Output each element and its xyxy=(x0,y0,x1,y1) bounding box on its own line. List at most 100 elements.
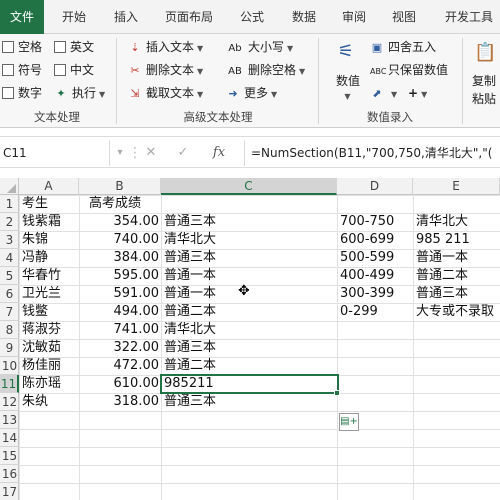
row-header[interactable]: 8 xyxy=(0,321,19,339)
cell-a4[interactable]: 冯静 xyxy=(22,249,48,267)
row-header[interactable]: 3 xyxy=(0,231,19,249)
cell-b12[interactable]: 318.00 xyxy=(79,393,160,411)
case-button[interactable]: Ab 大小写 ▼ xyxy=(226,36,293,58)
row-header[interactable]: 16 xyxy=(0,465,19,483)
cell-e4[interactable]: 普通一本 xyxy=(416,249,468,267)
select-all-button[interactable] xyxy=(0,178,19,195)
checkbox-english[interactable]: 英文 xyxy=(54,36,94,58)
cell-e2[interactable]: 清华北大 xyxy=(416,213,468,231)
cell-b11[interactable]: 610.00 xyxy=(79,375,160,393)
name-box-dropdown[interactable]: ▾ xyxy=(112,141,128,165)
row-header[interactable]: 13 xyxy=(0,411,19,429)
cell-e7[interactable]: 大专或不录取 xyxy=(416,303,494,321)
column-header-c[interactable]: C xyxy=(161,178,337,195)
tab-file[interactable]: 文件 xyxy=(0,0,44,34)
checkbox-symbol[interactable]: 符号 xyxy=(2,59,42,81)
checkbox-number[interactable]: 数字 xyxy=(2,82,42,104)
cell-b4[interactable]: 384.00 xyxy=(79,249,160,267)
cell-a8[interactable]: 蒋淑芬 xyxy=(22,321,61,339)
checkbox-space[interactable]: 空格 xyxy=(2,36,42,58)
tab-formulas[interactable]: 公式 xyxy=(230,0,274,34)
column-header-d[interactable]: D xyxy=(337,178,413,195)
cell-d3[interactable]: 600-699 xyxy=(340,231,394,249)
row-header[interactable]: 6 xyxy=(0,285,19,303)
row-header[interactable]: 2 xyxy=(0,213,19,231)
column-header-e[interactable]: E xyxy=(413,178,500,195)
row-header[interactable]: 9 xyxy=(0,339,19,357)
cell-e3[interactable]: 985 211 xyxy=(416,231,470,249)
column-header-b[interactable]: B xyxy=(79,178,161,195)
row-header[interactable]: 5 xyxy=(0,267,19,285)
tab-insert[interactable]: 插入 xyxy=(104,0,148,34)
add-button[interactable]: + ▼ xyxy=(408,82,427,104)
cell-d5[interactable]: 400-499 xyxy=(340,267,394,285)
round-button[interactable]: ▣ 四舍五入 xyxy=(370,36,436,58)
checkbox-chinese[interactable]: 中文 xyxy=(54,59,94,81)
worksheet-grid[interactable]: 考生 高考成绩 钱紫霜 朱锦 冯静 华春竹 卫光兰 钱鳖 蒋淑芬 沈敏茹 杨佳丽… xyxy=(19,195,500,500)
cell-a9[interactable]: 沈敏茹 xyxy=(22,339,61,357)
tab-page-layout[interactable]: 页面布局 xyxy=(158,0,220,34)
cell-b9[interactable]: 322.00 xyxy=(79,339,160,357)
cell-b6[interactable]: 591.00 xyxy=(79,285,160,303)
row-header[interactable]: 7 xyxy=(0,303,19,321)
tab-developer[interactable]: 开发工具 xyxy=(436,0,500,34)
row-header[interactable]: 1 xyxy=(0,195,19,213)
extract-text-button[interactable]: ⇲ 截取文本 ▼ xyxy=(128,82,203,104)
tab-data[interactable]: 数据 xyxy=(282,0,326,34)
row-header[interactable]: 4 xyxy=(0,249,19,267)
tab-review[interactable]: 审阅 xyxy=(332,0,376,34)
name-box[interactable]: C11 xyxy=(0,140,110,166)
cell-b3[interactable]: 740.00 xyxy=(79,231,160,249)
cell-c8[interactable]: 清华北大 xyxy=(164,321,216,339)
cell-c10[interactable]: 普通二本 xyxy=(164,357,216,375)
row-header[interactable]: 17 xyxy=(0,483,19,500)
execute-button[interactable]: ✦ 执行 ▼ xyxy=(54,82,105,104)
cell-a3[interactable]: 朱锦 xyxy=(22,231,48,249)
cell-c9[interactable]: 普通三本 xyxy=(164,339,216,357)
row-header[interactable]: 10 xyxy=(0,357,19,375)
cell-a11[interactable]: 陈亦瑶 xyxy=(22,375,61,393)
row-header-selected[interactable]: 11 xyxy=(0,375,19,393)
cell-d4[interactable]: 500-599 xyxy=(340,249,394,267)
cell-d7[interactable]: 0-299 xyxy=(340,303,378,321)
cell-b10[interactable]: 472.00 xyxy=(79,357,160,375)
cell-a10[interactable]: 杨佳丽 xyxy=(22,357,61,375)
cell-a6[interactable]: 卫光兰 xyxy=(22,285,61,303)
tab-home[interactable]: 开始 xyxy=(52,0,96,34)
convert-button[interactable]: ⬈ ▼ xyxy=(370,82,397,104)
insert-function-button[interactable]: fx xyxy=(206,141,232,165)
tab-view[interactable]: 视图 xyxy=(382,0,426,34)
delete-text-button[interactable]: ✂ 删除文本 ▼ xyxy=(128,59,203,81)
cell-e5[interactable]: 普通二本 xyxy=(416,267,468,285)
cell-b2[interactable]: 354.00 xyxy=(79,213,160,231)
row-header[interactable]: 12 xyxy=(0,393,19,411)
cell-d6[interactable]: 300-399 xyxy=(340,285,394,303)
cell-a12[interactable]: 朱纨 xyxy=(22,393,48,411)
cell-c5[interactable]: 普通一本 xyxy=(164,267,216,285)
formula-input[interactable]: =NumSection(B11,"700,750,清华北大","( xyxy=(244,140,500,166)
cell-c12[interactable]: 普通三本 xyxy=(164,393,216,411)
column-header-a[interactable]: A xyxy=(19,178,79,195)
cell-a1[interactable]: 考生 xyxy=(22,195,48,213)
row-header[interactable]: 14 xyxy=(0,429,19,447)
cell-c2[interactable]: 普通三本 xyxy=(164,213,216,231)
cell-a5[interactable]: 华春竹 xyxy=(22,267,61,285)
enter-icon[interactable]: ✓ xyxy=(172,141,194,165)
cell-b8[interactable]: 741.00 xyxy=(79,321,160,339)
cell-d2[interactable]: 700-750 xyxy=(340,213,394,231)
cell-b7[interactable]: 494.00 xyxy=(79,303,160,321)
more-button[interactable]: ➜ 更多 ▼ xyxy=(226,82,277,104)
cell-a2[interactable]: 钱紫霜 xyxy=(22,213,61,231)
insert-text-button[interactable]: ⇣ 插入文本 ▼ xyxy=(128,36,203,58)
cell-c3[interactable]: 清华北大 xyxy=(164,231,216,249)
paste-button[interactable]: 复制粘贴 xyxy=(472,72,500,112)
paste-options-icon[interactable]: ▤+ xyxy=(339,413,359,431)
keep-numbers-button[interactable]: ABC 只保留数值 xyxy=(370,59,448,81)
cell-a7[interactable]: 钱鳖 xyxy=(22,303,48,321)
row-header[interactable]: 15 xyxy=(0,447,19,465)
cell-e6[interactable]: 普通三本 xyxy=(416,285,468,303)
fill-handle[interactable] xyxy=(334,390,340,396)
cell-b5[interactable]: 595.00 xyxy=(79,267,160,285)
cell-c6[interactable]: 普通一本 xyxy=(164,285,216,303)
cancel-icon[interactable]: ✕ xyxy=(140,141,162,165)
